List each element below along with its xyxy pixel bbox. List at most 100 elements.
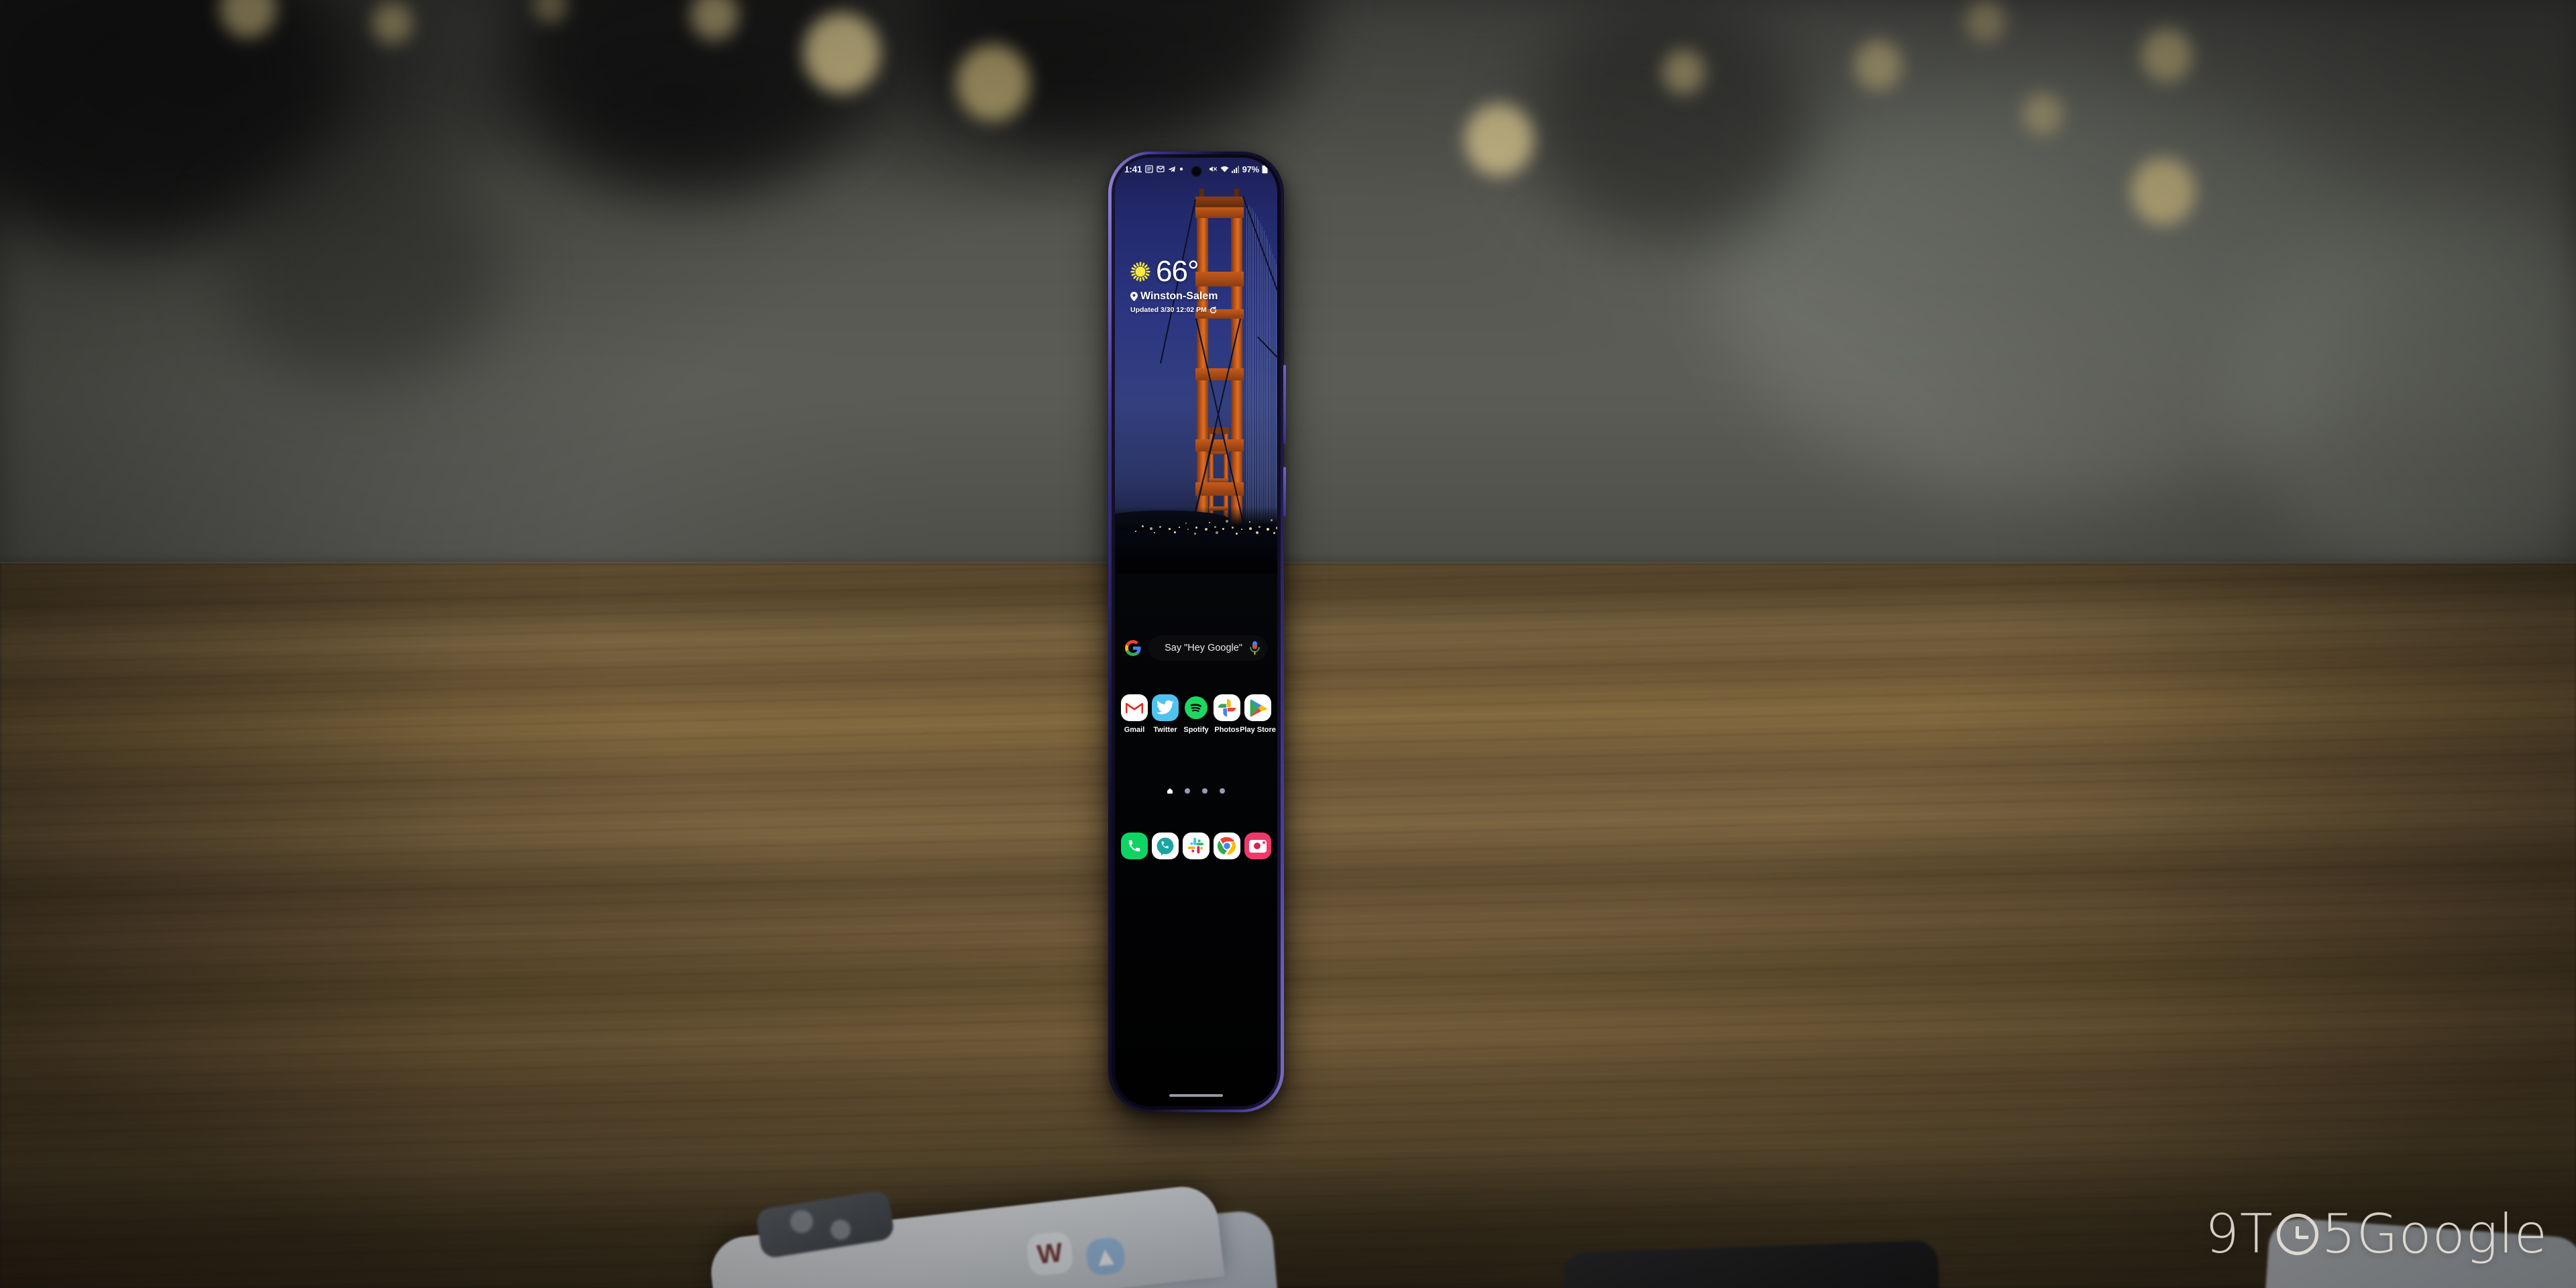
- city-light: [1273, 532, 1275, 534]
- bokeh-light: [1662, 49, 1705, 95]
- battery-percent: 97%: [1242, 164, 1259, 174]
- microphone-icon[interactable]: [1249, 641, 1260, 655]
- bridge-suspender: [1266, 235, 1267, 523]
- dock-phone[interactable]: [1121, 833, 1148, 859]
- bridge-suspender: [1260, 223, 1261, 523]
- clock-icon: [2277, 1214, 2318, 1255]
- watermark-9to5google: 9T 5Google: [2205, 1203, 2548, 1265]
- page-indicator-dot[interactable]: [1202, 788, 1208, 794]
- search-hint: Say "Hey Google": [1165, 643, 1242, 653]
- app-label: Spotify: [1183, 726, 1208, 734]
- bokeh-light: [803, 11, 881, 94]
- bridge-suspender: [1253, 211, 1254, 523]
- city-light: [1187, 529, 1189, 530]
- search-pill[interactable]: Say "Hey Google": [1148, 635, 1268, 661]
- battery-icon: [1262, 164, 1268, 174]
- weather-updated-row: Updated 3/30 12:02 PM: [1130, 306, 1218, 314]
- bokeh-light: [2023, 93, 2063, 136]
- telegram-icon: [1168, 166, 1176, 173]
- couch-shadow-pillow: [221, 161, 503, 382]
- city-light: [1142, 525, 1144, 527]
- wallpaper-water: [1115, 531, 1277, 580]
- weather-main-row: 66°: [1130, 257, 1218, 286]
- app-play-store[interactable]: Play Store: [1242, 694, 1273, 734]
- twitter-icon[interactable]: [1152, 694, 1179, 721]
- volume-button[interactable]: [1283, 365, 1286, 444]
- google-photos-icon[interactable]: [1214, 694, 1240, 721]
- page-indicator-home[interactable]: [1167, 788, 1173, 794]
- bokeh-light: [372, 1, 413, 44]
- samsung-galaxy-phone: 1:41 97% 66° Winston-Salem Updated 3/30 …: [1108, 152, 1284, 1112]
- bridge-suspender: [1269, 244, 1270, 523]
- google-search-bar[interactable]: Say "Hey Google": [1124, 635, 1268, 661]
- photo-scene: W ▲: [0, 0, 2576, 1288]
- dock-slack[interactable]: [1183, 833, 1210, 859]
- weather-updated-text: Updated 3/30 12:02 PM: [1130, 306, 1207, 314]
- city-light: [1222, 528, 1224, 530]
- city-light: [1135, 531, 1136, 532]
- city-light: [1150, 527, 1152, 530]
- weather-temperature: 66°: [1156, 257, 1199, 286]
- app-gmail[interactable]: Gmail: [1119, 694, 1150, 734]
- dot-icon: [1179, 167, 1183, 171]
- wifi-icon: [1220, 166, 1229, 173]
- dock-camera[interactable]: [1244, 833, 1271, 859]
- phone-screen[interactable]: 1:41 97% 66° Winston-Salem Updated 3/30 …: [1115, 158, 1277, 1106]
- bridge-suspender: [1276, 264, 1277, 523]
- page-indicator[interactable]: [1115, 788, 1277, 794]
- page-indicator-dot[interactable]: [1220, 788, 1225, 794]
- app-label: Photos: [1214, 726, 1239, 734]
- front-camera-punch-hole: [1191, 166, 1202, 177]
- bridge-suspender: [1264, 231, 1265, 523]
- table-shading: [0, 564, 2576, 1288]
- city-light: [1169, 528, 1171, 530]
- notes-icon: [1145, 165, 1153, 173]
- city-light: [1195, 527, 1197, 529]
- refresh-icon[interactable]: [1210, 307, 1217, 314]
- power-button[interactable]: [1283, 467, 1286, 517]
- spotify-icon[interactable]: [1183, 694, 1210, 721]
- app-label: Play Store: [1240, 726, 1276, 734]
- city-light: [1226, 520, 1228, 523]
- gmail-icon: [1157, 165, 1165, 173]
- bridge-suspender: [1262, 227, 1263, 523]
- google-g-icon[interactable]: [1124, 639, 1142, 657]
- gmail-icon[interactable]: [1121, 694, 1148, 721]
- signal-icon: [1232, 166, 1240, 173]
- city-light: [1174, 531, 1176, 533]
- dock-chrome[interactable]: [1214, 833, 1240, 859]
- watermark-prefix: 9T: [2205, 1203, 2273, 1265]
- city-light: [1179, 527, 1180, 528]
- home-app-row: Gmail Twitter Spotify Photos Play Store: [1119, 694, 1273, 734]
- weather-location: Winston-Salem: [1140, 290, 1218, 303]
- city-light: [1214, 526, 1216, 528]
- city-light: [1258, 526, 1260, 528]
- bridge-suspender: [1246, 205, 1247, 523]
- app-label: Gmail: [1124, 726, 1145, 734]
- bokeh-light: [2131, 157, 2196, 225]
- weather-widget[interactable]: 66° Winston-Salem Updated 3/30 12:02 PM: [1130, 257, 1218, 314]
- bridge-suspender: [1258, 220, 1259, 523]
- bridge-suspender: [1257, 217, 1258, 523]
- bokeh-light: [2141, 28, 2192, 83]
- status-bar-left: 1:41: [1124, 164, 1183, 174]
- city-light: [1216, 531, 1218, 534]
- play-store-icon[interactable]: [1244, 694, 1271, 721]
- bridge-suspender: [1248, 205, 1249, 523]
- home-gesture-bar[interactable]: [1169, 1094, 1223, 1097]
- app-photos[interactable]: Photos: [1212, 694, 1242, 734]
- dock-google-voice[interactable]: [1152, 833, 1179, 859]
- location-pin-icon: [1130, 292, 1138, 301]
- city-light: [1276, 527, 1277, 529]
- page-indicator-dot[interactable]: [1185, 788, 1190, 794]
- weather-location-row: Winston-Salem: [1130, 290, 1218, 303]
- app-spotify[interactable]: Spotify: [1181, 694, 1212, 734]
- dock: [1119, 833, 1273, 859]
- app-twitter[interactable]: Twitter: [1150, 694, 1181, 734]
- bokeh-light: [956, 44, 1030, 122]
- couch-shadow-right: [1529, 0, 1811, 241]
- city-light: [1271, 519, 1273, 521]
- bridge-suspender: [1267, 239, 1268, 523]
- app-label: Twitter: [1153, 726, 1177, 734]
- city-light: [1267, 528, 1269, 531]
